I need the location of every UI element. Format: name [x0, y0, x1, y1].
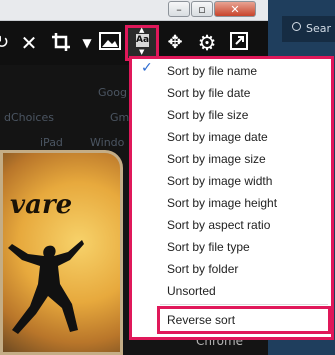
dropdown-arrow-icon[interactable]: ▼: [80, 32, 94, 54]
search-placeholder: Sear: [306, 22, 332, 35]
ghost-text: dChoices: [4, 111, 54, 124]
maximize-icon: ▫: [198, 2, 206, 16]
checkmark-icon: ✓: [141, 60, 153, 76]
open-external-icon[interactable]: [228, 32, 250, 56]
ghost-text: Windo: [90, 136, 125, 149]
menu-item-sort-folder[interactable]: Sort by folder: [167, 262, 238, 276]
menu-item-sort-file-size[interactable]: Sort by file size: [167, 108, 248, 122]
minimize-button[interactable]: –: [168, 1, 190, 17]
minimize-icon: –: [176, 2, 182, 16]
move-arrows-icon[interactable]: ✥: [164, 32, 186, 54]
sort-up-arrow-icon: ▲: [139, 26, 145, 34]
image-text: vare: [10, 190, 73, 220]
search-icon: [292, 22, 301, 31]
menu-item-sort-image-size[interactable]: Sort by image size: [167, 152, 266, 166]
menu-item-sort-image-height[interactable]: Sort by image height: [167, 196, 277, 210]
ghost-text: Gm: [110, 111, 130, 124]
menu-item-sort-image-date[interactable]: Sort by image date: [167, 130, 268, 144]
dancer-silhouette: [8, 240, 84, 334]
close-icon: ✕: [230, 2, 240, 16]
gear-icon[interactable]: ⚙: [196, 32, 218, 54]
sort-down-arrow-icon: ▼: [139, 48, 145, 56]
menu-separator: [160, 304, 328, 305]
menu-item-sort-file-type[interactable]: Sort by file type: [167, 240, 250, 254]
sort-icon: Aa: [136, 34, 150, 47]
menu-item-sort-file-date[interactable]: Sort by file date: [167, 86, 250, 100]
maximize-button[interactable]: ▫: [191, 1, 213, 17]
image-icon[interactable]: [99, 32, 121, 56]
delete-icon[interactable]: ✕: [18, 32, 40, 54]
menu-item-unsorted[interactable]: Unsorted: [167, 284, 216, 298]
menu-item-sort-image-width[interactable]: Sort by image width: [167, 174, 272, 188]
ghost-text: iPad: [40, 136, 63, 149]
menu-item-sort-file-name[interactable]: Sort by file name: [167, 64, 257, 78]
close-button[interactable]: ✕: [214, 1, 256, 17]
crop-icon[interactable]: [50, 32, 72, 58]
ghost-text: Goog: [98, 86, 127, 99]
menu-item-reverse-sort[interactable]: Reverse sort: [167, 313, 235, 327]
menu-item-sort-aspect-ratio[interactable]: Sort by aspect ratio: [167, 218, 270, 232]
rotate-icon[interactable]: ↻: [0, 32, 9, 54]
